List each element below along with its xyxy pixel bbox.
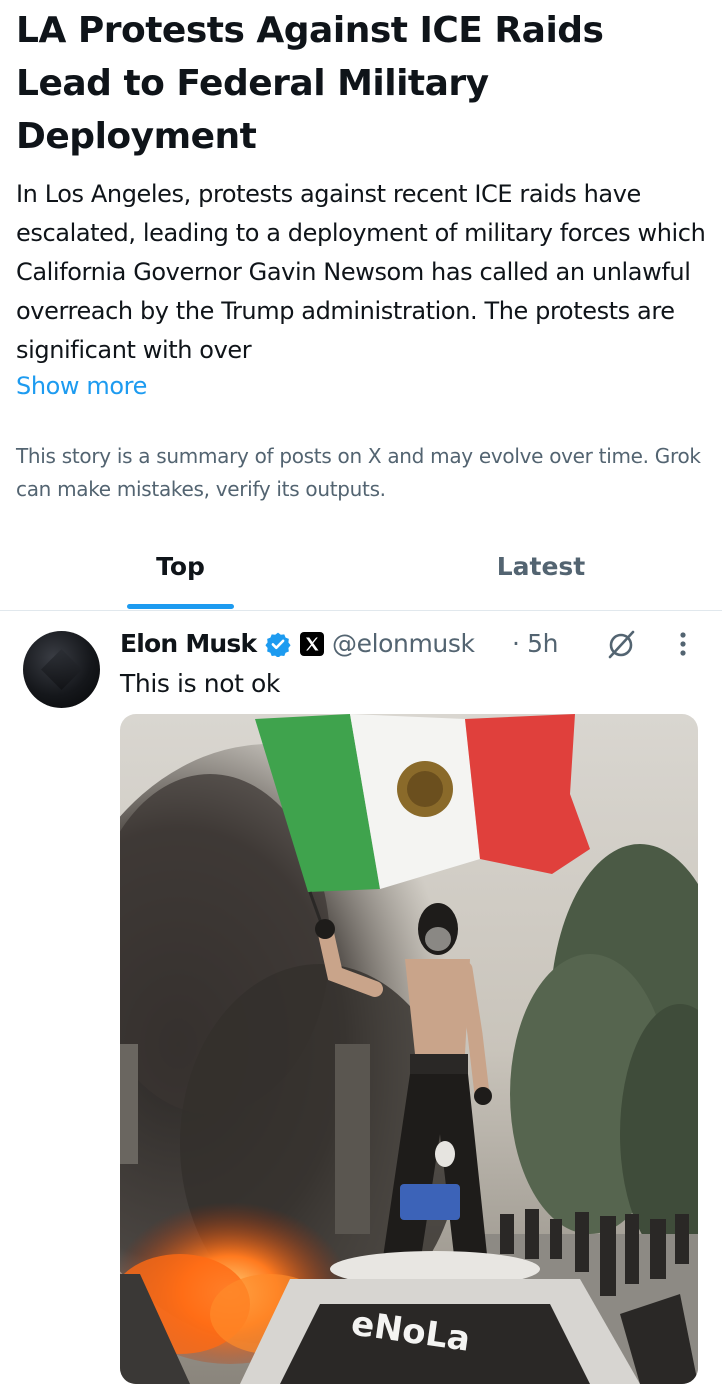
x-logo-icon <box>300 632 324 656</box>
tab-latest-label: Latest <box>496 552 586 581</box>
post-media-image[interactable]: eNoLa <box>120 714 698 1384</box>
author-handle[interactable]: @elonmusk <box>332 625 475 663</box>
post-header: Elon Musk @elonmusk · 5h <box>120 625 710 663</box>
author-name[interactable]: Elon Musk <box>120 625 257 663</box>
story-title: LA Protests Against ICE Raids Lead to Fe… <box>16 10 604 157</box>
x-logo-glyph <box>306 637 319 651</box>
protest-photo: eNoLa <box>120 714 698 1384</box>
story-disclaimer: This story is a summary of posts on X an… <box>16 444 701 501</box>
avatar[interactable] <box>23 631 100 708</box>
tab-bar: Top Latest <box>0 530 722 611</box>
story-summary: In Los Angeles, protests against recent … <box>16 180 706 364</box>
post[interactable]: Elon Musk @elonmusk · 5h This is not ok <box>0 611 722 1384</box>
post-timestamp[interactable]: · 5h <box>512 625 558 663</box>
verified-badge-icon <box>265 632 291 657</box>
show-more-link[interactable]: Show more <box>16 370 706 402</box>
tab-top[interactable]: Top <box>0 530 361 610</box>
tab-top-label: Top <box>156 552 205 581</box>
tab-active-indicator <box>127 604 234 609</box>
more-icon[interactable] <box>673 628 693 660</box>
story-section: LA Protests Against ICE Raids Lead to Fe… <box>16 0 706 402</box>
grok-icon[interactable] <box>605 628 637 660</box>
post-text: This is not ok <box>120 669 281 698</box>
avatar-graphic <box>40 648 83 691</box>
tab-latest[interactable]: Latest <box>361 530 722 610</box>
